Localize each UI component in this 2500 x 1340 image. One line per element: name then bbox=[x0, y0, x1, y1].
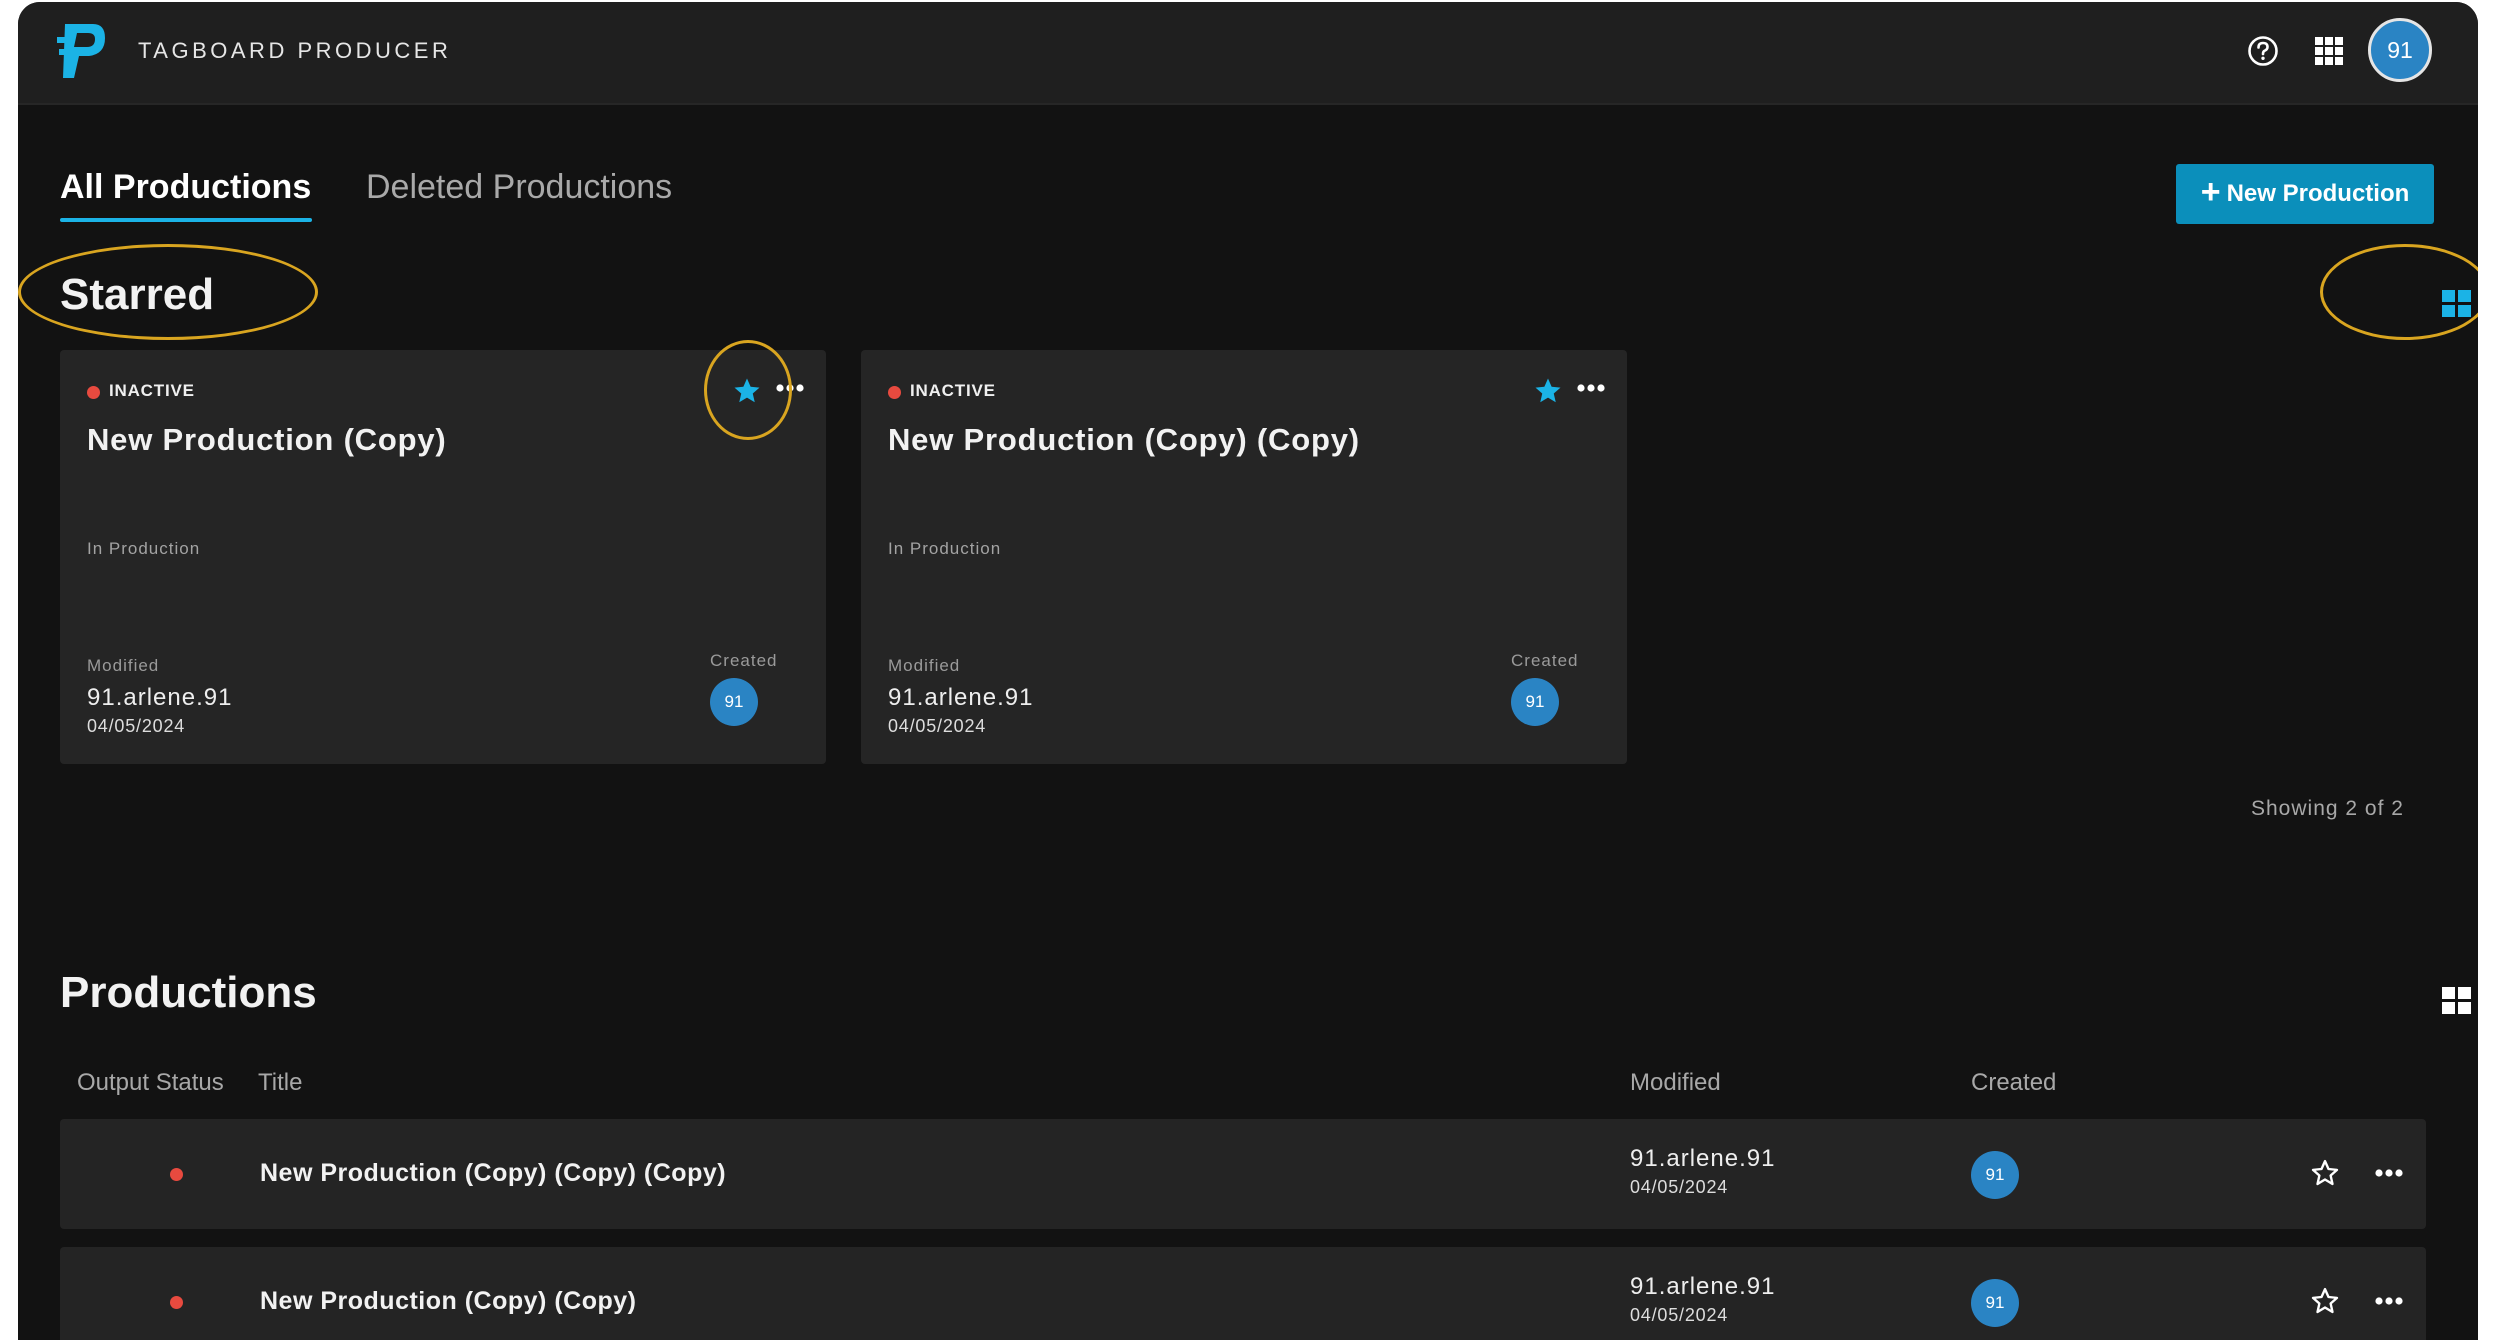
tagboard-logo-icon[interactable] bbox=[57, 22, 107, 82]
user-avatar[interactable]: 91 bbox=[2368, 18, 2432, 82]
creator-avatar: 91 bbox=[710, 678, 758, 726]
new-production-label: New Production bbox=[2226, 180, 2410, 207]
productions-section-title: Productions bbox=[60, 968, 317, 1017]
tab-deleted-productions[interactable]: Deleted Productions bbox=[366, 168, 672, 207]
showing-count: Showing 2 of 2 bbox=[2251, 797, 2404, 820]
modified-date: 04/05/2024 bbox=[87, 716, 186, 736]
grid-view-icon[interactable] bbox=[2442, 987, 2472, 1015]
status-dot bbox=[170, 1296, 183, 1309]
created-label: Created bbox=[1511, 651, 1579, 670]
grid-view-icon[interactable] bbox=[2442, 290, 2472, 318]
new-production-button[interactable]: + New Production bbox=[2176, 164, 2434, 224]
production-state: In Production bbox=[888, 539, 1002, 558]
active-tab-indicator bbox=[60, 218, 312, 222]
modified-user: 91.arlene.91 bbox=[1630, 1273, 1776, 1300]
modified-label: Modified bbox=[888, 656, 961, 675]
table-row[interactable]: New Production (Copy) (Copy) 91.arlene.9… bbox=[60, 1247, 2426, 1340]
modified-user: 91.arlene.91 bbox=[87, 684, 233, 711]
modified-user: 91.arlene.91 bbox=[888, 684, 1034, 711]
app-title: TAGBOARD PRODUCER bbox=[138, 38, 452, 63]
card-title[interactable]: New Production (Copy) bbox=[87, 422, 447, 458]
top-bar: TAGBOARD PRODUCER 91 bbox=[18, 2, 2478, 105]
help-icon[interactable] bbox=[2246, 34, 2280, 68]
creator-avatar: 91 bbox=[1511, 678, 1559, 726]
tab-all-productions[interactable]: All Productions bbox=[60, 168, 311, 207]
production-card[interactable]: INACTIVE New Production (Copy) (Copy) In… bbox=[861, 350, 1627, 764]
status-dot bbox=[888, 386, 901, 399]
more-options-icon[interactable] bbox=[775, 381, 805, 395]
starred-section-title: Starred bbox=[60, 270, 215, 319]
created-label: Created bbox=[710, 651, 778, 670]
plus-icon: + bbox=[2200, 172, 2221, 211]
more-options-icon[interactable] bbox=[1576, 381, 1606, 395]
status-label: INACTIVE bbox=[910, 381, 996, 400]
column-header-created[interactable]: Created bbox=[1971, 1069, 2056, 1097]
status-dot bbox=[87, 386, 100, 399]
production-card[interactable]: INACTIVE New Production (Copy) In Produc… bbox=[60, 350, 826, 764]
creator-avatar: 91 bbox=[1971, 1151, 2019, 1199]
row-title[interactable]: New Production (Copy) (Copy) bbox=[260, 1287, 636, 1316]
apps-grid-icon[interactable] bbox=[2312, 34, 2346, 68]
more-options-icon[interactable] bbox=[2374, 1166, 2404, 1180]
column-header-modified[interactable]: Modified bbox=[1630, 1069, 1721, 1097]
status-dot bbox=[170, 1168, 183, 1181]
modified-label: Modified bbox=[87, 656, 160, 675]
card-title[interactable]: New Production (Copy) (Copy) bbox=[888, 422, 1360, 458]
column-header-output-status[interactable]: Output Status bbox=[77, 1069, 224, 1097]
more-options-icon[interactable] bbox=[2374, 1294, 2404, 1308]
modified-user: 91.arlene.91 bbox=[1630, 1145, 1776, 1172]
app-window: TAGBOARD PRODUCER 91 All Productions Del… bbox=[18, 2, 2478, 1340]
modified-date: 04/05/2024 bbox=[1630, 1177, 1729, 1197]
star-filled-icon[interactable] bbox=[1533, 376, 1563, 406]
star-filled-icon[interactable] bbox=[732, 376, 762, 406]
column-header-title[interactable]: Title bbox=[258, 1069, 302, 1097]
status-label: INACTIVE bbox=[109, 381, 195, 400]
modified-date: 04/05/2024 bbox=[1630, 1305, 1729, 1325]
star-outline-icon[interactable] bbox=[2310, 1286, 2340, 1316]
row-title[interactable]: New Production (Copy) (Copy) (Copy) bbox=[260, 1159, 726, 1188]
table-row[interactable]: New Production (Copy) (Copy) (Copy) 91.a… bbox=[60, 1119, 2426, 1229]
creator-avatar: 91 bbox=[1971, 1279, 2019, 1327]
star-outline-icon[interactable] bbox=[2310, 1158, 2340, 1188]
production-state: In Production bbox=[87, 539, 201, 558]
modified-date: 04/05/2024 bbox=[888, 716, 987, 736]
